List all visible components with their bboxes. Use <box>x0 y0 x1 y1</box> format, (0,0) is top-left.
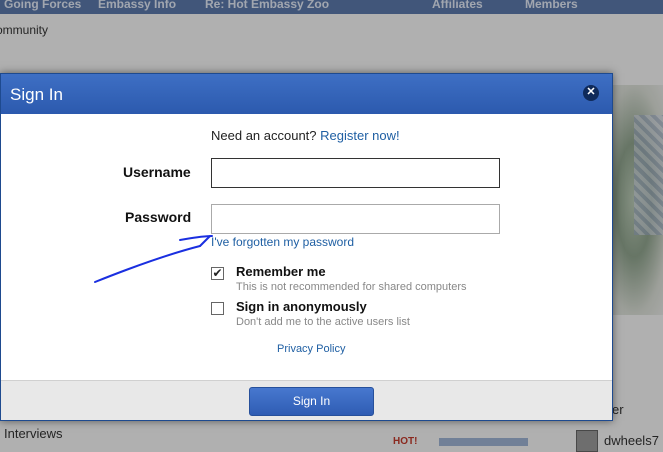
anonymous-label[interactable]: Sign in anonymously <box>236 299 367 314</box>
close-icon[interactable]: ✕ <box>583 85 599 101</box>
remember-me-label[interactable]: Remember me <box>236 264 326 279</box>
username-label: Username <box>123 164 191 180</box>
remember-me-checkbox[interactable]: ✔ <box>211 267 224 280</box>
sign-in-button[interactable]: Sign In <box>249 387 374 416</box>
dialog-header: Sign In ✕ <box>1 74 612 114</box>
dialog-title: Sign In <box>10 85 63 104</box>
forgot-password-link[interactable]: I've forgotten my password <box>211 235 354 249</box>
privacy-policy-link[interactable]: Privacy Policy <box>277 343 345 355</box>
password-label: Password <box>125 209 192 225</box>
username-input[interactable] <box>211 158 500 188</box>
sign-in-dialog: Sign In ✕ Need an account? Register now!… <box>0 73 613 421</box>
anonymous-checkbox[interactable] <box>211 302 224 315</box>
remember-me-hint: This is not recommended for shared compu… <box>236 281 467 293</box>
need-account-row: Need an account? Register now! <box>211 128 400 143</box>
register-link[interactable]: Register now! <box>320 128 399 143</box>
password-input[interactable] <box>211 204 500 234</box>
need-account-text: Need an account? <box>211 128 317 143</box>
anonymous-hint: Don't add me to the active users list <box>236 316 410 328</box>
dialog-footer: Sign In <box>1 380 612 420</box>
